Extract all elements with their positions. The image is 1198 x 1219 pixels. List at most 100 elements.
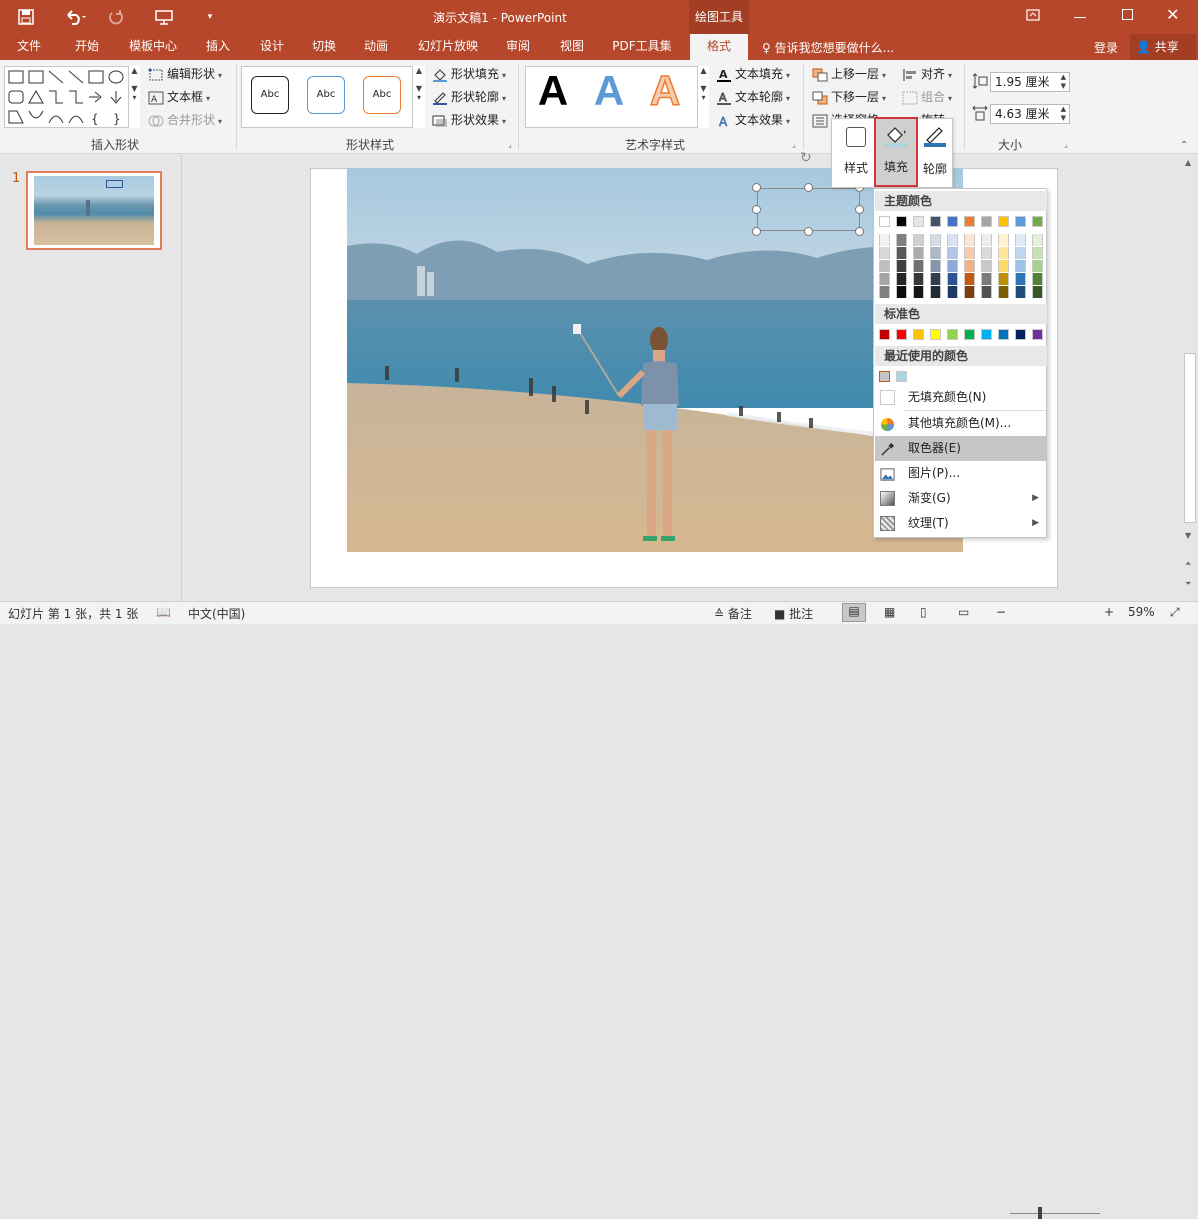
picture-fill-item[interactable]: 图片(P)... — [875, 461, 1047, 486]
mini-fill-button[interactable]: 填充 — [874, 117, 918, 187]
standard-color-swatch[interactable] — [930, 329, 941, 340]
bring-forward-button[interactable]: 上移一层 ▾ — [812, 64, 886, 84]
theme-color-tint-swatch[interactable] — [896, 273, 907, 285]
login-link[interactable]: 登录 — [1094, 39, 1118, 56]
theme-color-tint-swatch[interactable] — [947, 260, 958, 272]
shapes-gallery[interactable]: {} — [4, 66, 140, 128]
slide-sorter-icon[interactable]: ▦ — [884, 605, 895, 619]
theme-color-tint-swatch[interactable] — [964, 273, 975, 285]
undo-icon[interactable] — [58, 6, 94, 28]
recent-color-swatch[interactable] — [879, 371, 890, 382]
standard-color-swatch[interactable] — [964, 329, 975, 340]
tab-transitions[interactable]: 切换 — [302, 34, 346, 60]
theme-color-tint-swatch[interactable] — [981, 260, 992, 272]
reading-view-icon[interactable]: ▯ — [920, 605, 927, 619]
beach-photo[interactable] — [347, 168, 963, 552]
theme-color-tint-swatch[interactable] — [879, 234, 890, 246]
theme-color-tint-swatch[interactable] — [998, 234, 1009, 246]
spell-check-icon[interactable]: 📖 — [156, 605, 171, 619]
language-indicator[interactable]: 中文(中国) — [188, 605, 245, 622]
resize-handle[interactable] — [752, 183, 761, 192]
align-button[interactable]: 对齐 ▾ — [902, 64, 952, 84]
tab-slideshow[interactable]: 幻灯片放映 — [410, 34, 486, 60]
fit-to-window-icon[interactable]: ⤢ — [1170, 605, 1180, 620]
send-backward-button[interactable]: 下移一层 ▾ — [812, 87, 886, 107]
tab-home[interactable]: 开始 — [64, 34, 110, 60]
group-button[interactable]: 组合 ▾ — [902, 87, 952, 107]
theme-color-tint-swatch[interactable] — [930, 273, 941, 285]
normal-view-icon[interactable]: ▤ — [842, 603, 866, 622]
standard-color-swatch[interactable] — [998, 329, 1009, 340]
standard-color-swatch[interactable] — [981, 329, 992, 340]
tab-template-center[interactable]: 模板中心 — [122, 34, 184, 60]
merge-shapes-button[interactable]: 合并形状 ▾ — [148, 110, 222, 130]
theme-color-tint-swatch[interactable] — [1032, 273, 1043, 285]
width-input[interactable]: 4.63 厘米 ▲ ▼ — [990, 104, 1070, 124]
theme-color-tint-swatch[interactable] — [896, 234, 907, 246]
theme-color-tint-swatch[interactable] — [913, 247, 924, 259]
save-icon[interactable] — [14, 6, 38, 28]
shape-fill-button[interactable]: 形状填充 ▾ — [432, 64, 506, 84]
texture-fill-item[interactable]: 纹理(T) ▶ — [875, 511, 1047, 536]
tab-review[interactable]: 审阅 — [496, 34, 540, 60]
theme-color-tint-swatch[interactable] — [964, 247, 975, 259]
zoom-in-icon[interactable]: + — [1104, 605, 1114, 619]
theme-color-tint-swatch[interactable] — [913, 273, 924, 285]
standard-color-swatch[interactable] — [896, 329, 907, 340]
tell-me-box[interactable]: ♀ 告诉我您想要做什么... — [762, 39, 894, 56]
theme-color-tint-swatch[interactable] — [998, 260, 1009, 272]
close-icon[interactable]: ✕ — [1166, 5, 1188, 27]
theme-color-tint-swatch[interactable] — [998, 273, 1009, 285]
theme-color-swatch[interactable] — [964, 216, 975, 227]
theme-color-tint-swatch[interactable] — [930, 260, 941, 272]
theme-color-tint-swatch[interactable] — [964, 260, 975, 272]
theme-color-tint-swatch[interactable] — [1015, 260, 1026, 272]
theme-color-swatch[interactable] — [879, 216, 890, 227]
theme-color-tint-swatch[interactable] — [879, 286, 890, 298]
eyedropper-item[interactable]: 取色器(E) — [875, 436, 1047, 461]
theme-color-swatch[interactable] — [1032, 216, 1043, 227]
theme-color-tint-swatch[interactable] — [896, 260, 907, 272]
standard-color-swatch[interactable] — [1015, 329, 1026, 340]
share-button[interactable]: 👤 共享 — [1130, 34, 1196, 60]
height-input[interactable]: 1.95 厘米 ▲ ▼ — [990, 72, 1070, 92]
gradient-fill-item[interactable]: 渐变(G) ▶ — [875, 486, 1047, 511]
theme-color-tint-swatch[interactable] — [981, 234, 992, 246]
theme-color-tint-swatch[interactable] — [981, 286, 992, 298]
theme-color-tint-swatch[interactable] — [947, 273, 958, 285]
standard-color-swatch[interactable] — [947, 329, 958, 340]
wordart-launcher-icon[interactable]: ⌟ — [792, 140, 796, 149]
resize-handle[interactable] — [804, 227, 813, 236]
slideshow-view-icon[interactable]: ▭ — [958, 605, 969, 619]
customize-icon[interactable]: ▾ — [198, 6, 222, 28]
scroll-thumb[interactable] — [1184, 353, 1196, 523]
shape-outline-button[interactable]: 形状轮廓 ▾ — [432, 87, 506, 107]
tab-animations[interactable]: 动画 — [354, 34, 398, 60]
theme-color-tint-swatch[interactable] — [930, 234, 941, 246]
resize-handle[interactable] — [855, 205, 864, 214]
theme-color-tint-swatch[interactable] — [913, 286, 924, 298]
shape-style-blue[interactable]: Abc — [307, 76, 345, 114]
standard-color-swatch[interactable] — [1032, 329, 1043, 340]
mini-style-button[interactable]: 样式 — [838, 123, 874, 185]
theme-color-swatch[interactable] — [896, 216, 907, 227]
theme-color-swatch[interactable] — [930, 216, 941, 227]
theme-color-tint-swatch[interactable] — [947, 234, 958, 246]
recent-color-swatch[interactable] — [896, 371, 907, 382]
tab-format[interactable]: 格式 — [690, 34, 748, 60]
resize-handle[interactable] — [752, 227, 761, 236]
theme-color-tint-swatch[interactable] — [998, 247, 1009, 259]
theme-color-tint-swatch[interactable] — [1032, 286, 1043, 298]
shape-effects-button[interactable]: 形状效果 ▾ — [432, 110, 506, 130]
wordart-orange[interactable]: A — [642, 67, 688, 115]
zoom-slider-thumb[interactable] — [1037, 1207, 1042, 1219]
size-launcher-icon[interactable]: ⌟ — [1064, 140, 1068, 149]
selected-shape[interactable] — [757, 188, 860, 231]
shape-styles-scroll[interactable]: ▲ ▼ ▾ — [412, 66, 425, 128]
shape-styles-launcher-icon[interactable]: ⌟ — [508, 140, 512, 149]
text-outline-button[interactable]: A 文本轮廓 ▾ — [716, 87, 790, 107]
tab-pdf-tools[interactable]: PDF工具集 — [604, 34, 680, 60]
theme-color-tint-swatch[interactable] — [896, 247, 907, 259]
text-fill-button[interactable]: A 文本填充 ▾ — [716, 64, 790, 84]
theme-color-swatch[interactable] — [947, 216, 958, 227]
